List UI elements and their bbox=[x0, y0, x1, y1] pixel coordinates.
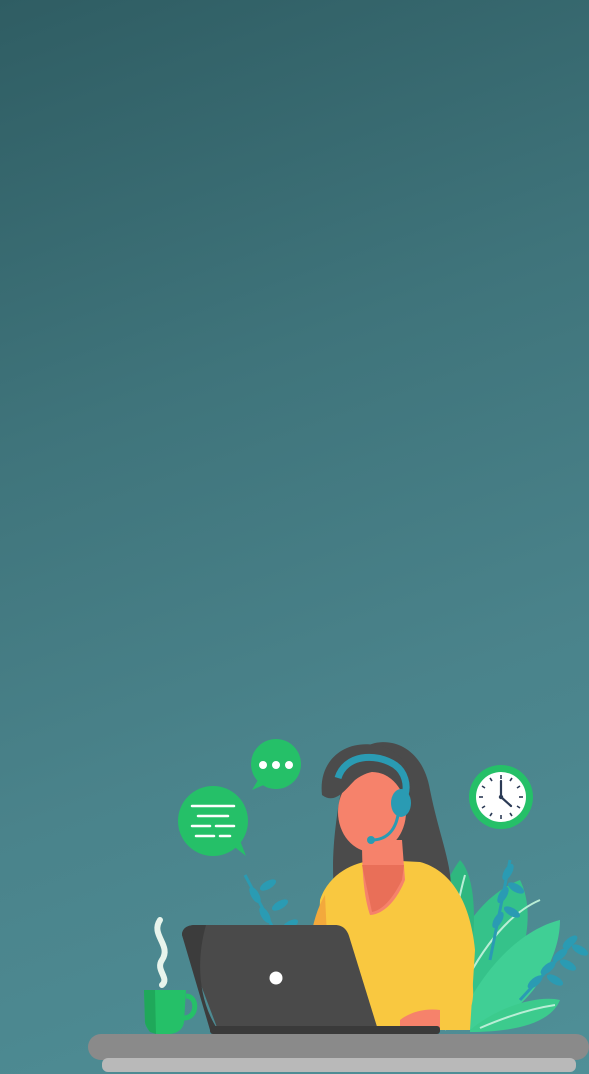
chat-typing-icon bbox=[251, 739, 301, 790]
speech-bubble-icon bbox=[178, 786, 248, 856]
splash-screen bbox=[0, 0, 589, 1074]
desk bbox=[88, 1034, 589, 1072]
clock-icon bbox=[469, 765, 533, 829]
support-agent-illustration bbox=[88, 739, 589, 1072]
